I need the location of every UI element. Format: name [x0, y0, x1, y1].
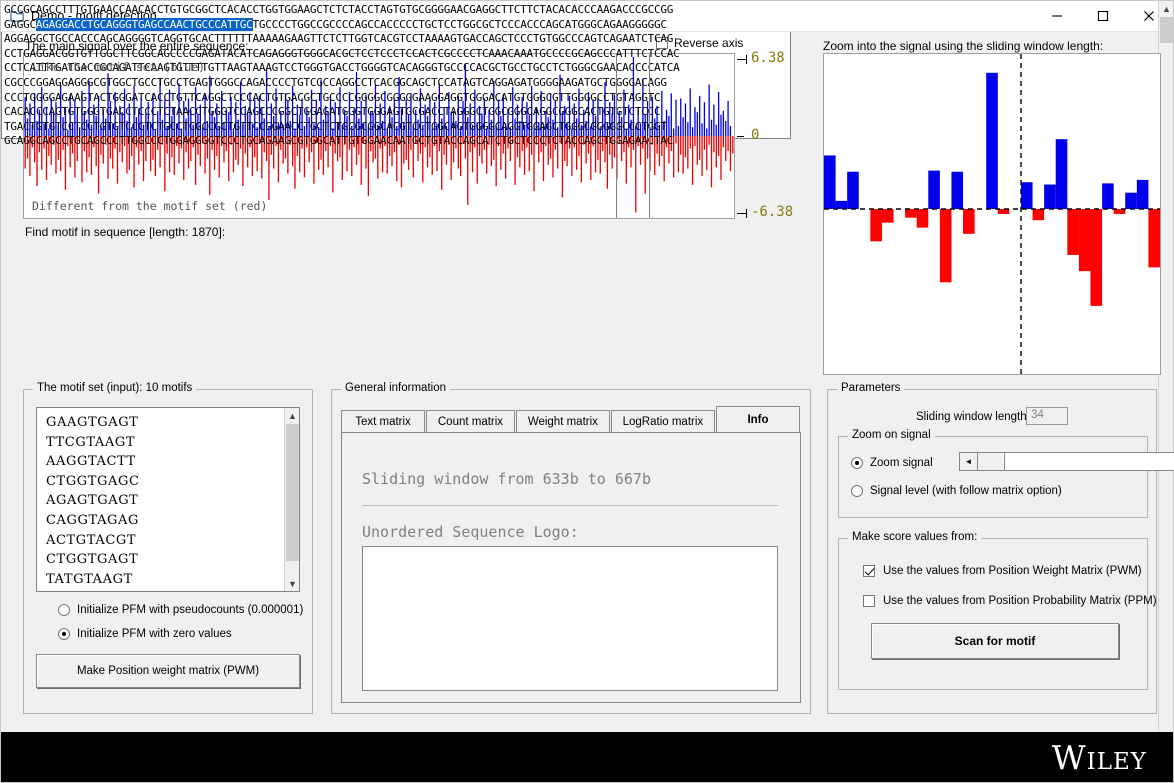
scan-for-motif-button[interactable]: Scan for motif — [871, 623, 1119, 659]
sliding-window-length-label: Sliding window length: — [916, 411, 1030, 423]
motif-scroll-down-icon[interactable]: ▼ — [285, 576, 300, 591]
info-divider — [362, 505, 778, 506]
motif-list-item[interactable]: GAAGTGAGT — [46, 413, 141, 433]
main-chart-axis: 6.38 0 -6.38 — [737, 53, 815, 219]
sliding-window-info: Sliding window from 633b to 667b — [362, 470, 651, 488]
motif-list-item[interactable]: TATGTAAGT — [46, 570, 141, 590]
tab-text-matrix[interactable]: Text matrix — [341, 410, 425, 433]
radio-zero-label: Initialize PFM with zero values — [77, 628, 232, 640]
radio-pseudocounts-dot[interactable] — [58, 604, 70, 616]
sequence-line: AGGAGGCTGCCACCCAGCAGGGGTCAGGTGCACTTTTTTA… — [4, 32, 680, 47]
general-information-group-title: General information — [341, 382, 450, 394]
checkbox-use-ppm[interactable]: Use the values from Position Probability… — [863, 595, 1157, 607]
main-chart-cursor-left[interactable] — [616, 54, 617, 218]
motif-scrollbar[interactable]: ▲ ▼ — [284, 408, 299, 591]
reverse-axis-label: Reverse axis — [674, 36, 743, 50]
info-tab-panel: Sliding window from 633b to 667b Unorder… — [341, 432, 801, 703]
motif-list-item[interactable]: ACTGTACGT — [46, 531, 141, 551]
sequence-logo-caption: Unordered Sequence Logo: — [362, 523, 579, 541]
motif-list-item[interactable]: CGGGTGAGC — [46, 589, 141, 592]
sequence-selection: AGAGGACCTGCAGGGTGAGCCAACTGCCCATTGC — [36, 18, 253, 31]
sequence-line: GAGGCAGAGGACCTGCAGGGTGAGCCAACTGCCCATTGCT… — [4, 18, 680, 33]
radio-zoom-signal-label: Zoom signal — [870, 457, 933, 469]
axis-label-min: -6.38 — [751, 204, 793, 220]
checkbox-use-pwm-box[interactable] — [863, 565, 875, 577]
make-score-values-title: Make score values from: — [848, 531, 981, 543]
zoom-on-signal-group: Zoom on signal Zoom signal ◄ ► Signal le… — [838, 436, 1148, 518]
checkbox-use-ppm-label: Use the values from Position Probability… — [883, 595, 1157, 607]
sequence-line: GCCGCAGCCTTTGTGAACCAACACCTGTGCGGCTCACACC… — [4, 3, 680, 18]
axis-label-mid: 0 — [751, 127, 759, 143]
application-window: Demo - motif detection The main signal o… — [0, 0, 1174, 783]
zoom-chart-bars — [824, 54, 1160, 374]
motif-list-item[interactable]: CTGGTGAGC — [46, 472, 141, 492]
tab-weight-matrix[interactable]: Weight matrix — [516, 410, 610, 433]
motif-set-group: The motif set (input): 10 motifs GAAGTGA… — [23, 389, 313, 714]
checkbox-use-ppm-box[interactable] — [863, 595, 875, 607]
minimize-button[interactable] — [1034, 1, 1080, 31]
tab-count-matrix[interactable]: Count matrix — [426, 410, 515, 433]
sequence-label: Find motif in sequence [length: 1870]: — [25, 225, 225, 239]
wiley-logo: Wiley — [1052, 738, 1147, 777]
sequence-line: TGACTGTGTCCTCCTGTGTCCCTCTGCCTCGCCGCTGTTC… — [4, 120, 680, 135]
parameters-group: Parameters Sliding window length: 34 Zoo… — [827, 389, 1157, 714]
motif-list-item[interactable]: TTCGTAAGT — [46, 433, 141, 453]
axis-cap-min — [746, 209, 747, 218]
zoom-slider[interactable]: ◄ ► — [959, 452, 1174, 471]
axis-label-max: 6.38 — [751, 50, 785, 66]
info-tabstrip: Text matrixCount matrixWeight matrixLogR… — [341, 406, 801, 433]
motif-list-item[interactable]: AAGGTACTT — [46, 452, 141, 472]
radio-pseudocounts-label: Initialize PFM with pseudocounts (0.0000… — [77, 604, 303, 616]
motif-scroll-thumb[interactable] — [286, 424, 299, 561]
radio-signal-level-label: Signal level (with follow matrix option) — [870, 485, 1062, 497]
main-chart-caption-top: Like the motif set (blue) — [32, 60, 205, 74]
motif-list-item[interactable]: AGAGTGAGT — [46, 491, 141, 511]
motif-list-items: GAAGTGAGTTTCGTAAGTAAGGTACTTCTGGTGAGCAGAG… — [46, 413, 141, 592]
slider-left-arrow-icon[interactable]: ◄ — [960, 453, 978, 470]
make-pwm-button[interactable]: Make Position weight matrix (PWM) — [36, 654, 300, 688]
sequence-line: CACACCCAGTGTGGGTGACCTCCCTCTAACCTGGGTCCAG… — [4, 105, 680, 120]
motif-list[interactable]: GAAGTGAGTTTCGTAAGTAAGGTACTTCTGGTGAGCAGAG… — [36, 407, 300, 592]
checkbox-use-pwm[interactable]: Use the values from Position Weight Matr… — [863, 565, 1142, 577]
motif-list-item[interactable]: CAGGTAGAG — [46, 511, 141, 531]
motif-set-group-title: The motif set (input): 10 motifs — [33, 382, 196, 394]
radio-signal-level[interactable]: Signal level (with follow matrix option) — [851, 485, 1062, 497]
motif-scroll-up-icon[interactable]: ▲ — [285, 408, 300, 423]
radio-zero-dot[interactable] — [58, 628, 70, 640]
motif-list-item[interactable]: CTGGTGAGT — [46, 550, 141, 570]
slider-thumb[interactable] — [978, 453, 1005, 470]
tab-info[interactable]: Info — [716, 406, 800, 433]
sequence-logo-graphic — [363, 547, 777, 690]
general-information-group: General information Text matrixCount mat… — [331, 389, 811, 714]
radio-pfm-pseudocounts[interactable]: Initialize PFM with pseudocounts (0.0000… — [58, 604, 303, 616]
main-chart-caption-bottom: Different from the motif set (red) — [32, 199, 267, 213]
axis-tick-mid — [737, 136, 744, 137]
sequence-line: CGCCCGGAGGAGGGCGTGGCTGCCTGCCTGAGTGGGCCAG… — [4, 76, 680, 91]
footer-bar: Wiley — [1, 732, 1173, 782]
make-score-values-group: Make score values from: Use the values f… — [838, 538, 1148, 690]
zoom-on-signal-title: Zoom on signal — [848, 429, 935, 441]
parameters-group-title: Parameters — [837, 382, 904, 394]
sequence-logo — [362, 546, 778, 691]
axis-cap-max — [746, 55, 747, 64]
tab-logratio-matrix[interactable]: LogRatio matrix — [611, 410, 715, 433]
zoom-signal-label: Zoom into the signal using the sliding w… — [823, 39, 1103, 53]
radio-zoom-signal-dot[interactable] — [851, 457, 863, 469]
radio-signal-level-dot[interactable] — [851, 485, 863, 497]
radio-pfm-zero[interactable]: Initialize PFM with zero values — [58, 628, 232, 640]
sequence-line: GCAGGCAGCCTGCAGCCCTTGGCCCTGGAGGGGTCCCTGC… — [4, 134, 680, 139]
slider-track[interactable] — [1005, 453, 1174, 470]
maximize-button[interactable] — [1080, 1, 1126, 31]
zoom-signal-chart[interactable] — [823, 53, 1161, 375]
sequence-line: CCCTGGGGAGAAGTACTGGGATCACCTGTTCAGGCTCCCA… — [4, 91, 680, 106]
checkbox-use-pwm-label: Use the values from Position Weight Matr… — [883, 565, 1142, 577]
main-chart-cursor-right[interactable] — [649, 54, 650, 218]
radio-zoom-signal[interactable]: Zoom signal — [851, 457, 933, 469]
sliding-window-length-input[interactable]: 34 — [1026, 407, 1068, 425]
